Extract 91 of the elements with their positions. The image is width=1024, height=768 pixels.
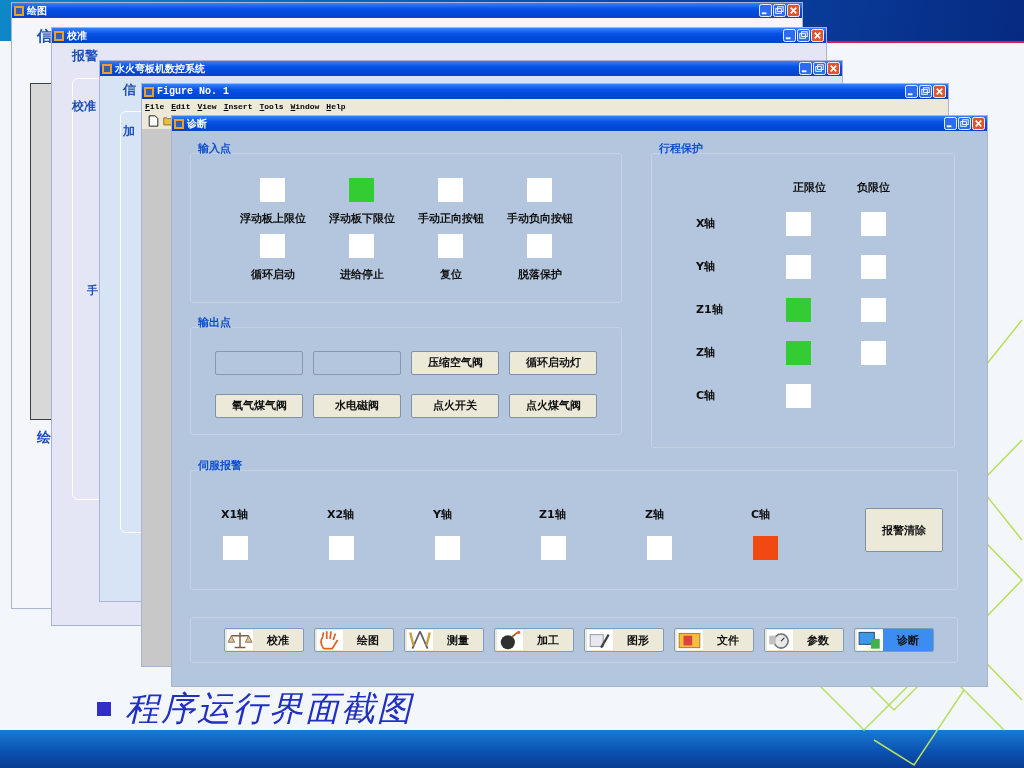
nav-button[interactable]: 加工 — [494, 628, 574, 652]
section-label: 校准 — [72, 98, 96, 115]
menu-item[interactable]: Insert — [223, 101, 253, 111]
slide-caption: 程序运行界面截图 — [125, 687, 413, 730]
output-button[interactable]: 循环启动灯 — [509, 350, 597, 375]
restore-icon[interactable] — [773, 4, 786, 17]
nav-button[interactable]: 校准 — [224, 628, 304, 652]
close-icon[interactable] — [811, 29, 824, 42]
nav-button[interactable]: 图形 — [584, 628, 664, 652]
group-title: 输出点 — [198, 315, 232, 327]
new-file-icon[interactable] — [148, 115, 159, 127]
input-label: 循环启动 — [250, 267, 295, 282]
restore-icon[interactable] — [797, 29, 810, 42]
group-title: 伺服报警 — [198, 458, 243, 470]
group-title: 行程保护 — [659, 141, 704, 153]
menu-item[interactable]: File — [145, 101, 165, 111]
window-title: Figure No. 1 — [157, 86, 229, 97]
bomb-icon — [497, 630, 523, 650]
bullet-icon — [97, 702, 111, 716]
window-title: 校准 — [67, 28, 87, 43]
input-label: 手动负向按钮 — [506, 211, 573, 226]
close-icon[interactable] — [933, 85, 946, 98]
minimize-icon[interactable] — [905, 85, 918, 98]
axis-label: Z1轴 — [539, 506, 566, 522]
column-header: 正限位 — [793, 179, 826, 195]
close-icon[interactable] — [787, 4, 800, 17]
section-label: 报警 — [72, 47, 98, 65]
app-icon — [144, 86, 154, 97]
axis-label: X2轴 — [327, 506, 355, 522]
output-button[interactable]: 压缩空气阀 — [411, 350, 499, 375]
input-label: 复位 — [439, 267, 462, 282]
nav-button[interactable]: 测量 — [404, 628, 484, 652]
section-label: 信 — [37, 27, 52, 46]
section-label: 手 — [87, 283, 98, 298]
output-button[interactable]: 水电磁阀 — [313, 393, 401, 418]
computer-icon — [857, 630, 883, 650]
axis-label: C轴 — [695, 388, 717, 403]
minimize-icon[interactable] — [799, 62, 812, 75]
folder-icon[interactable] — [163, 115, 174, 127]
axis-label: X轴 — [695, 216, 717, 231]
close-icon[interactable] — [972, 117, 985, 130]
nav-button[interactable]: 绘图 — [314, 628, 394, 652]
menu-item[interactable]: Window — [290, 101, 320, 111]
section-label: 绘 — [37, 429, 51, 447]
close-icon[interactable] — [827, 62, 840, 75]
axis-label: Z1轴 — [695, 302, 724, 317]
input-label: 手动正向按钮 — [417, 211, 484, 226]
menu-item[interactable]: Edit — [171, 101, 191, 111]
output-button[interactable]: 点火开关 — [411, 393, 499, 418]
window-title: 水火弯板机数控系统 — [115, 61, 205, 76]
window-title: 绘图 — [27, 3, 47, 18]
minimize-icon[interactable] — [759, 4, 772, 17]
app-icon — [174, 118, 184, 129]
restore-icon[interactable] — [813, 62, 826, 75]
axis-label: C轴 — [751, 506, 771, 522]
nav-button[interactable]: 参数 — [764, 628, 844, 652]
output-button[interactable]: 点火煤气阀 — [509, 393, 597, 418]
input-label: 脱落保护 — [517, 267, 562, 282]
hand-icon — [317, 630, 343, 650]
menu-item[interactable]: Help — [326, 101, 346, 111]
output-button[interactable]: 氧气煤气阀 — [215, 393, 303, 418]
restore-icon[interactable] — [919, 85, 932, 98]
section-label: 加 — [123, 123, 135, 140]
nav-button[interactable]: 诊断 — [854, 628, 934, 652]
restore-icon[interactable] — [958, 117, 971, 130]
stopwatch-icon — [767, 630, 793, 650]
compass-icon — [407, 630, 433, 650]
axis-label: X1轴 — [221, 506, 249, 522]
app-icon — [102, 63, 112, 74]
input-label: 浮动板上限位 — [239, 211, 306, 226]
window-title: 诊断 — [187, 116, 207, 131]
axis-label: Z轴 — [695, 345, 716, 360]
menu-item[interactable]: View — [197, 101, 217, 111]
axis-label: Y轴 — [695, 259, 716, 274]
axis-label: Y轴 — [433, 506, 452, 522]
pencil-icon — [587, 630, 613, 650]
minimize-icon[interactable] — [783, 29, 796, 42]
section-label: 信 — [123, 81, 136, 99]
input-label: 浮动板下限位 — [328, 211, 395, 226]
folder-icon — [677, 630, 703, 650]
column-header: 负限位 — [856, 179, 890, 195]
axis-label: Z轴 — [645, 506, 664, 522]
minimize-icon[interactable] — [944, 117, 957, 130]
app-icon — [54, 30, 64, 41]
scale-icon — [227, 630, 253, 650]
nav-button[interactable]: 文件 — [674, 628, 754, 652]
menu-item[interactable]: Tools — [259, 101, 284, 111]
group-title: 输入点 — [198, 141, 232, 153]
clear-alarm-button[interactable]: 报警清除 — [865, 508, 943, 552]
input-label: 进给停止 — [339, 267, 384, 282]
app-icon — [14, 5, 24, 16]
